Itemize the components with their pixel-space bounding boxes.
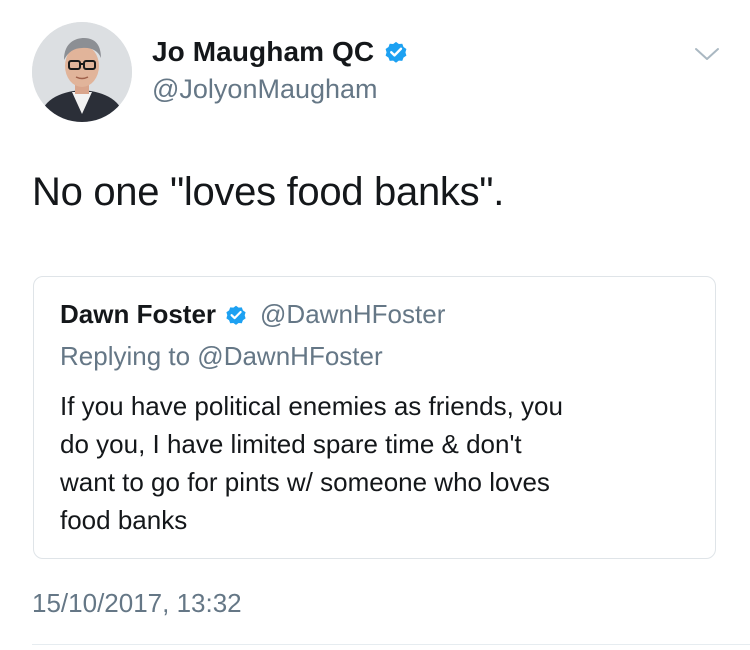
tweet-card: Jo Maugham QC @JolyonMaugham No one "lov… xyxy=(0,0,750,650)
avatar[interactable] xyxy=(32,22,132,122)
replying-to: Replying to @DawnHFoster xyxy=(60,341,383,371)
author-display-name[interactable]: Jo Maugham QC xyxy=(152,36,374,68)
divider xyxy=(32,644,750,645)
chevron-down-icon[interactable] xyxy=(693,44,721,64)
author-name-row: Jo Maugham QC xyxy=(152,36,409,68)
avatar-image xyxy=(32,22,132,122)
quoted-tweet[interactable]: Dawn Foster @DawnHFoster Replying to @Da… xyxy=(33,276,716,559)
verified-badge-icon xyxy=(224,303,248,327)
quoted-tweet-text: If you have political enemies as friends… xyxy=(60,387,700,539)
quoted-text-line: If you have political enemies as friends… xyxy=(60,391,563,421)
quoted-text-line: want to go for pints w/ someone who love… xyxy=(60,467,550,497)
quoted-author-name: Dawn Foster xyxy=(60,299,217,329)
quoted-author-row: Dawn Foster @DawnHFoster xyxy=(60,299,445,330)
tweet-timestamp[interactable]: 15/10/2017, 13:32 xyxy=(32,588,242,619)
verified-badge-icon xyxy=(383,39,409,65)
tweet-text: No one "loves food banks". xyxy=(32,170,505,214)
quoted-author-handle: @DawnHFoster xyxy=(260,299,446,329)
quoted-text-line: food banks xyxy=(60,505,188,535)
author-handle[interactable]: @JolyonMaugham xyxy=(152,74,378,105)
quoted-text-line: do you, I have limited spare time & don'… xyxy=(60,429,522,459)
